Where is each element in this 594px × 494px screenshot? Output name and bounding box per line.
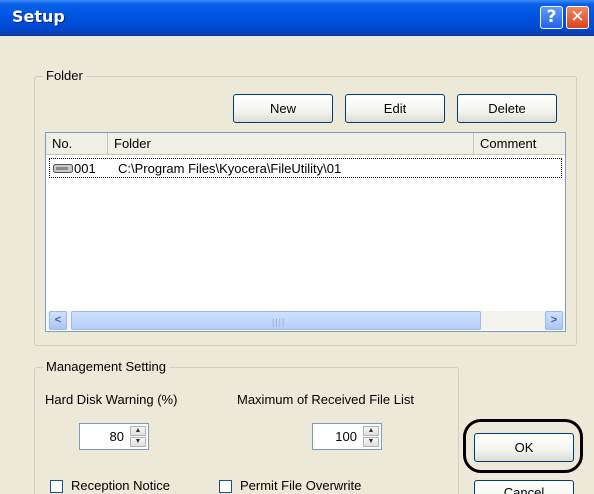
scroll-thumb[interactable]: |||| bbox=[71, 311, 481, 330]
cancel-button[interactable]: Cancel bbox=[474, 480, 574, 494]
scroll-right-button[interactable]: > bbox=[545, 311, 563, 330]
help-button[interactable]: ? bbox=[540, 6, 563, 29]
row-number: 001 bbox=[74, 161, 96, 176]
reception-notice-checkbox[interactable] bbox=[50, 480, 63, 493]
management-group-label: Management Setting bbox=[43, 359, 169, 374]
scroll-left-icon: < bbox=[54, 314, 62, 326]
hard-disk-warning-value: 80 bbox=[109, 429, 124, 444]
max-received-list-value: 100 bbox=[335, 429, 357, 444]
edit-button[interactable]: Edit bbox=[345, 94, 445, 123]
setup-dialog: Setup ? ✕ Folder New Edit Delete No. Fol… bbox=[0, 0, 594, 494]
window-title: Setup bbox=[12, 7, 65, 26]
spinner-arrows: ▲ ▼ bbox=[363, 426, 379, 447]
close-icon: ✕ bbox=[570, 7, 585, 27]
permit-overwrite-checkbox[interactable] bbox=[219, 480, 232, 493]
hard-disk-warning-spinner[interactable]: 80 ▲ ▼ bbox=[79, 423, 149, 450]
spin-up-button[interactable]: ▲ bbox=[130, 426, 146, 436]
row-folder-path: C:\Program Files\Kyocera\FileUtility\01 bbox=[118, 161, 342, 176]
column-header-no[interactable]: No. bbox=[46, 133, 108, 155]
folder-list[interactable]: No. Folder Comment 001 C:\Program Files\… bbox=[45, 132, 566, 332]
permit-overwrite-label[interactable]: Permit File Overwrite bbox=[240, 478, 361, 493]
spin-down-button[interactable]: ▼ bbox=[363, 437, 379, 447]
scroll-left-button[interactable]: < bbox=[49, 311, 67, 330]
column-header-folder[interactable]: Folder bbox=[108, 133, 474, 155]
spinner-arrows: ▲ ▼ bbox=[130, 426, 146, 447]
spin-down-button[interactable]: ▼ bbox=[130, 437, 146, 447]
column-header-comment[interactable]: Comment bbox=[474, 133, 565, 155]
hard-disk-warning-label: Hard Disk Warning (%) bbox=[45, 392, 178, 407]
new-button[interactable]: New bbox=[233, 94, 333, 123]
list-header: No. Folder Comment bbox=[46, 133, 565, 155]
title-bar[interactable]: Setup ? ✕ bbox=[0, 0, 594, 36]
grip-icon: |||| bbox=[272, 317, 286, 327]
max-received-list-spinner[interactable]: 100 ▲ ▼ bbox=[312, 423, 382, 450]
list-item[interactable]: 001 C:\Program Files\Kyocera\FileUtility… bbox=[49, 158, 562, 178]
reception-notice-label[interactable]: Reception Notice bbox=[71, 478, 170, 493]
help-icon: ? bbox=[546, 7, 557, 27]
delete-button[interactable]: Delete bbox=[457, 94, 557, 123]
close-button[interactable]: ✕ bbox=[566, 6, 589, 29]
max-received-list-label: Maximum of Received File List bbox=[237, 392, 414, 407]
drive-icon bbox=[53, 164, 73, 173]
horizontal-scrollbar[interactable]: < |||| > bbox=[47, 311, 565, 330]
folder-group-label: Folder bbox=[43, 68, 86, 83]
scroll-right-icon: > bbox=[550, 314, 558, 326]
spin-up-button[interactable]: ▲ bbox=[363, 426, 379, 436]
ok-highlight-ring bbox=[463, 419, 583, 473]
